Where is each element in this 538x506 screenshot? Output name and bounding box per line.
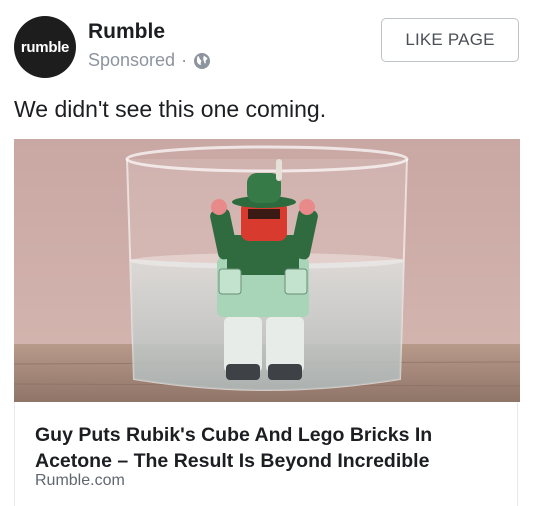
link-headline[interactable]: Guy Puts Rubik's Cube And Lego Bricks In… — [35, 422, 495, 474]
avatar-logo-text: rumble — [20, 38, 70, 56]
post-message: We didn't see this one coming. — [14, 96, 327, 122]
like-page-button[interactable]: LIKE PAGE — [381, 18, 519, 62]
post-header: rumble Rumble Sponsored · LIKE PAGE — [14, 14, 524, 80]
link-card[interactable]: Guy Puts Rubik's Cube And Lego Bricks In… — [14, 402, 518, 506]
lego-figure-in-glass-photo — [14, 139, 520, 402]
sponsored-label[interactable]: Sponsored — [88, 50, 175, 71]
avatar[interactable]: rumble — [14, 16, 76, 78]
link-preview-image[interactable] — [14, 139, 520, 402]
post-meta: Sponsored · — [88, 50, 211, 71]
page-name[interactable]: Rumble — [88, 20, 165, 44]
link-domain: Rumble.com — [35, 472, 125, 489]
meta-separator: · — [181, 50, 188, 70]
globe-icon — [193, 52, 211, 70]
